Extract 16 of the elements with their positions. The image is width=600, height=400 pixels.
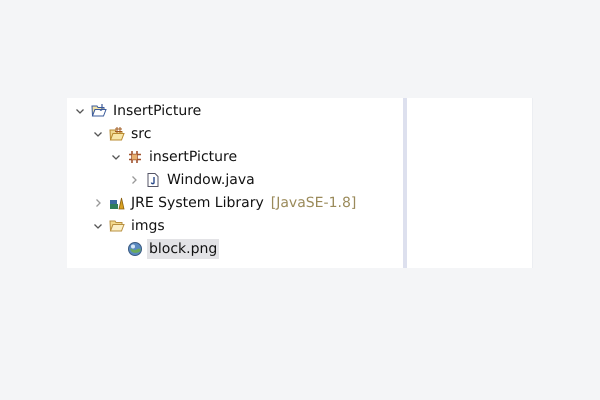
tree-item-label[interactable]: src — [129, 124, 154, 144]
globe-icon — [127, 240, 143, 256]
chevron-right-icon[interactable] — [129, 174, 139, 184]
package-icon — [127, 148, 143, 164]
tree-item-label[interactable]: imgs — [129, 216, 167, 236]
tree-item-label[interactable]: JRE System Library — [129, 192, 266, 212]
jre-version-label: [JavaSE-1.8] — [270, 194, 356, 210]
java-file-icon — [145, 172, 161, 188]
tree-item-label[interactable]: insertPicture — [147, 146, 240, 166]
tree-item-label[interactable]: InsertPicture — [111, 100, 204, 120]
tree-item-label[interactable]: Window.java — [165, 170, 257, 190]
source-folder-icon — [109, 126, 125, 142]
tree-item-label[interactable]: block.png — [147, 238, 220, 258]
folder-icon — [109, 218, 125, 234]
project-folder-icon — [91, 102, 107, 118]
chevron-right-icon[interactable] — [93, 198, 103, 208]
